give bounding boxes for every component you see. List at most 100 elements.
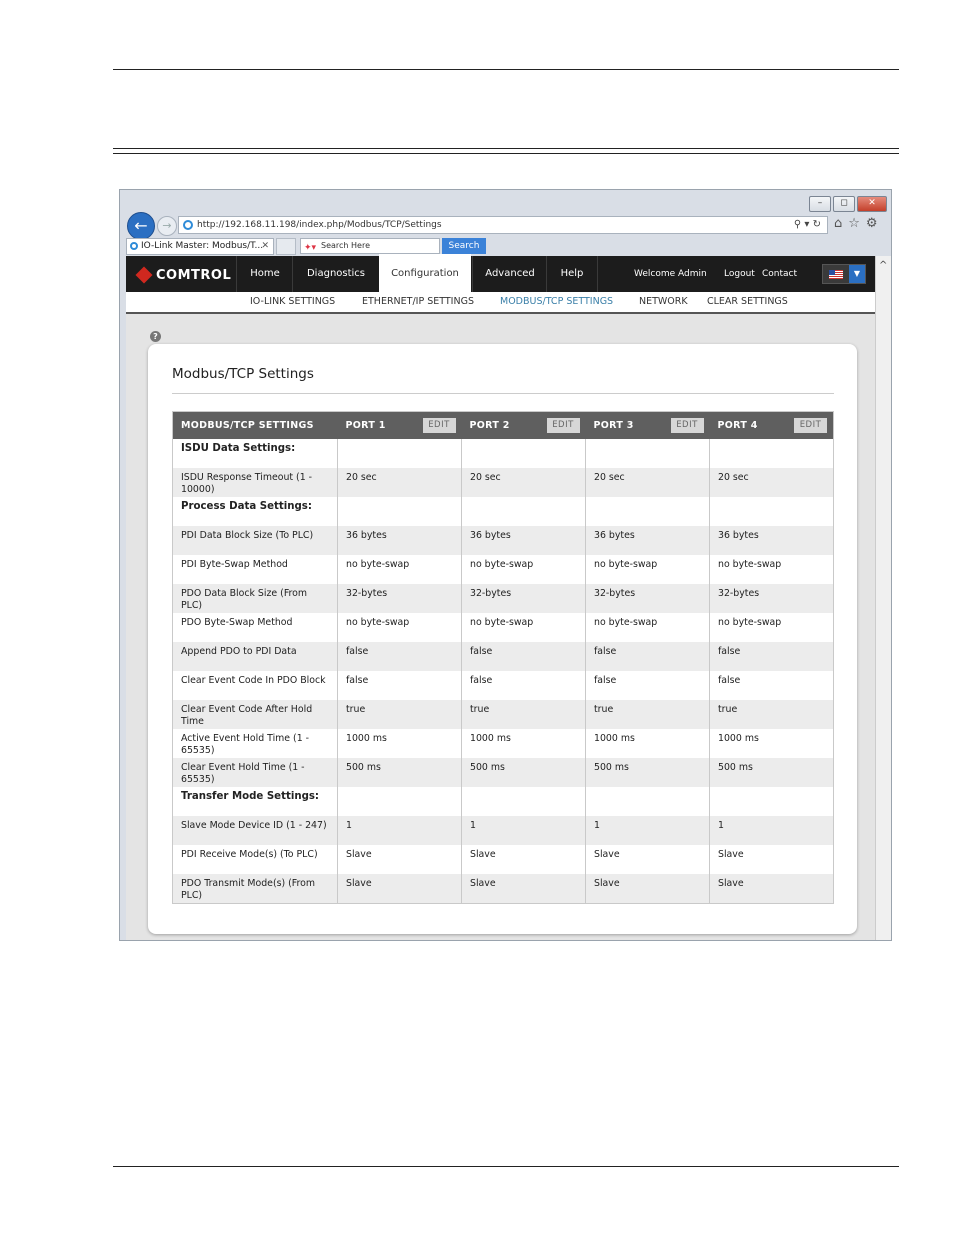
port-1-value: true: [337, 700, 462, 729]
port-1-value: false: [337, 671, 462, 700]
toolbar-search-button[interactable]: Search: [442, 238, 486, 254]
port-3-value: no byte-swap: [585, 555, 710, 584]
port-3-value: false: [585, 642, 710, 671]
nav-advanced[interactable]: Advanced: [472, 256, 547, 292]
top-rule: [113, 69, 899, 70]
port-4-value: [709, 497, 834, 526]
port-2-value: false: [461, 642, 586, 671]
table-row: PDO Byte-Swap Method no byte-swap no byte-…: [172, 613, 834, 642]
header-label: MODBUS/TCP SETTINGS: [181, 420, 314, 431]
modbus-settings-table: MODBUS/TCP SETTINGS PORT 1 EDIT PORT 2 EDIT P…: [172, 411, 834, 904]
setting-label: ISDU Data Settings:: [172, 439, 338, 468]
section-row: ISDU Data Settings:: [172, 439, 834, 468]
language-select[interactable]: ▼: [822, 264, 866, 284]
maximize-button[interactable]: ◻: [833, 196, 855, 212]
table-header-row: MODBUS/TCP SETTINGS PORT 1 EDIT PORT 2 EDIT P…: [172, 411, 834, 439]
star-icon[interactable]: ☆: [848, 216, 866, 231]
page-content: ? Modbus/TCP Settings MODBUS/TCP SETTING…: [126, 314, 875, 940]
back-button[interactable]: ←: [127, 212, 155, 240]
table-row: Active Event Hold Time (1 - 65535) 1000 m…: [172, 729, 834, 758]
address-tools[interactable]: ⚲ ▾ ↻: [794, 217, 821, 233]
port-3-value: 32-bytes: [585, 584, 710, 613]
port-3-value: 20 sec: [585, 468, 710, 497]
page-scrollbar[interactable]: ^: [875, 256, 891, 940]
port-4-value: [709, 787, 834, 816]
nav-help[interactable]: Help: [546, 256, 598, 292]
table-row: Slave Mode Device ID (1 - 247) 1 1 1 1: [172, 816, 834, 845]
port-3-value: Slave: [585, 874, 710, 903]
port-1-value: Slave: [337, 874, 462, 903]
port-4-value: 32-bytes: [709, 584, 834, 613]
header-label: PORT 4: [717, 420, 758, 431]
forward-button[interactable]: →: [157, 216, 177, 236]
chevron-down-icon: ▼: [849, 265, 865, 283]
port-1-value: [337, 439, 462, 468]
port-1-value: 32-bytes: [337, 584, 462, 613]
nav-configuration[interactable]: Configuration: [379, 254, 471, 292]
bottom-rule: [113, 1166, 899, 1167]
setting-label: PDO Byte-Swap Method: [172, 613, 338, 642]
port-4-value: 1000 ms: [709, 729, 834, 758]
port-4-value: Slave: [709, 845, 834, 874]
edit-port-1-button[interactable]: EDIT: [422, 418, 456, 433]
gear-icon[interactable]: ⚙: [866, 216, 884, 231]
toolbar-search-input[interactable]: ✦▾ Search Here: [300, 238, 440, 254]
port-1-value: Slave: [337, 845, 462, 874]
port-4-value: false: [709, 671, 834, 700]
port-2-value: 36 bytes: [461, 526, 586, 555]
table-row: Clear Event Code After Hold Time true true…: [172, 700, 834, 729]
table-body: ISDU Data Settings: ISDU Response Timeout…: [172, 439, 834, 903]
tab-favicon-icon: [130, 242, 138, 250]
address-bar[interactable]: http://192.168.11.198/index.php/Modbus/T…: [178, 216, 828, 234]
contact-link[interactable]: Contact: [762, 256, 797, 292]
subnav-network[interactable]: NETWORK: [639, 292, 688, 312]
subnav-ethernet-ip-settings[interactable]: ETHERNET/IP SETTINGS: [362, 292, 474, 312]
port-2-value: Slave: [461, 874, 586, 903]
tab-close-icon[interactable]: ✕: [261, 239, 269, 254]
logout-link[interactable]: Logout: [724, 256, 755, 292]
new-tab-button[interactable]: [276, 238, 296, 255]
edit-port-4-button[interactable]: EDIT: [794, 418, 827, 433]
close-button[interactable]: ✕: [857, 196, 887, 212]
app-navbar: COMTROL Home Diagnostics Configuration A…: [126, 254, 875, 292]
nav-diagnostics[interactable]: Diagnostics: [292, 256, 379, 292]
minimize-button[interactable]: –: [809, 196, 831, 212]
port-2-value: 32-bytes: [461, 584, 586, 613]
port-1-value: 20 sec: [337, 468, 462, 497]
setting-label: PDI Data Block Size (To PLC): [172, 526, 338, 555]
browser-tab[interactable]: IO-Link Master: Modbus/T... ✕: [126, 238, 274, 255]
port-1-value: 500 ms: [337, 758, 462, 787]
port-3-value: 1: [585, 816, 710, 845]
comtrol-logo[interactable]: COMTROL: [135, 265, 231, 285]
port-3-value: true: [585, 700, 710, 729]
port-1-value: 1: [337, 816, 462, 845]
port-4-value: true: [709, 700, 834, 729]
subnav-modbus-tcp-settings[interactable]: MODBUS/TCP SETTINGS: [500, 292, 613, 312]
port-2-value: 20 sec: [461, 468, 586, 497]
port-4-value: 36 bytes: [709, 526, 834, 555]
port-1-value: no byte-swap: [337, 613, 462, 642]
home-icon[interactable]: ⌂: [834, 216, 848, 231]
edit-port-3-button[interactable]: EDIT: [670, 418, 704, 433]
port-4-value: 500 ms: [709, 758, 834, 787]
setting-label: PDI Byte-Swap Method: [172, 555, 338, 584]
port-1-value: 1000 ms: [337, 729, 462, 758]
scroll-up-icon[interactable]: ^: [879, 260, 887, 271]
header-rule-lower: [113, 153, 899, 154]
config-subnav: IO-LINK SETTINGS ETHERNET/IP SETTINGS MO…: [126, 292, 875, 314]
browser-toolbar: ⌂☆⚙: [834, 216, 884, 231]
subnav-clear-settings[interactable]: CLEAR SETTINGS: [707, 292, 788, 312]
port-2-value: [461, 439, 586, 468]
table-row: PDO Data Block Size (From PLC) 32-bytes 32…: [172, 584, 834, 613]
header-label: PORT 3: [593, 420, 634, 431]
edit-port-2-button[interactable]: EDIT: [546, 418, 580, 433]
port-2-value: true: [461, 700, 586, 729]
help-icon[interactable]: ?: [150, 331, 161, 342]
arrow-left-icon: ←: [134, 216, 148, 235]
nav-home[interactable]: Home: [236, 256, 293, 292]
subnav-io-link-settings[interactable]: IO-LINK SETTINGS: [250, 292, 335, 312]
browser-window: – ◻ ✕ ← → http://192.168.11.198/index.ph…: [119, 189, 892, 941]
port-2-value: 500 ms: [461, 758, 586, 787]
table-row: PDI Receive Mode(s) (To PLC) Slave Slave Sl…: [172, 845, 834, 874]
table-row: PDO Transmit Mode(s) (From PLC) Slave Slav…: [172, 874, 834, 903]
